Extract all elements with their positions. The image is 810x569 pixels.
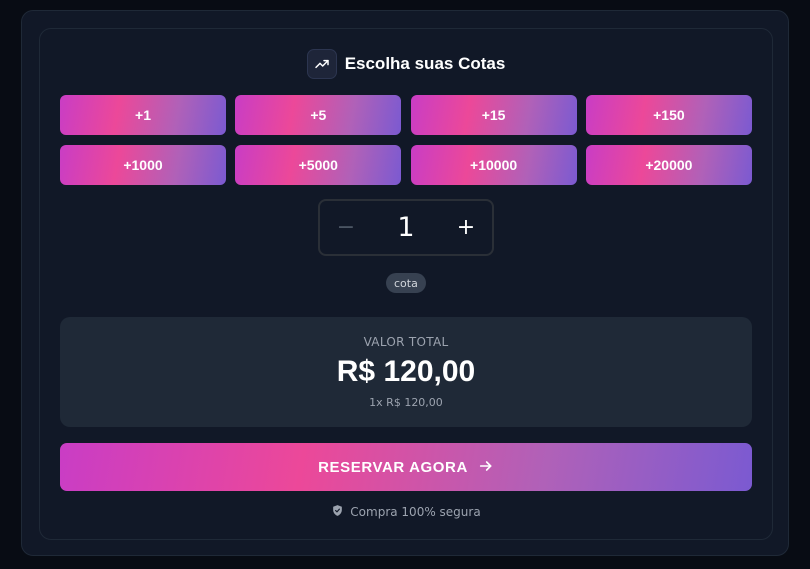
total-summary: VALOR TOTAL R$ 120,00 1x R$ 120,00	[60, 317, 752, 427]
decrement-button[interactable]: −	[334, 215, 358, 240]
shield-check-icon	[331, 504, 344, 520]
quantity-stepper: − 1 +	[318, 199, 494, 256]
add-1000-button[interactable]: +1000	[60, 145, 226, 185]
add-20000-button[interactable]: +20000	[585, 145, 752, 185]
add-5000-button[interactable]: +5000	[235, 145, 402, 185]
total-label: VALOR TOTAL	[363, 335, 449, 349]
quantity-value[interactable]: 1	[397, 212, 414, 243]
add-10000-button[interactable]: +10000	[410, 145, 577, 185]
section-header: Escolha suas Cotas	[40, 49, 772, 79]
quick-add-grid: +1 +5 +15 +150 +1000 +5000 +10000 +20000	[60, 95, 752, 185]
total-value: R$ 120,00	[336, 355, 476, 388]
reservation-panel: Escolha suas Cotas +1 +5 +15 +150 +1000 …	[21, 10, 789, 556]
add-1-button[interactable]: +1	[60, 95, 226, 135]
add-150-button[interactable]: +150	[585, 95, 752, 135]
total-detail: 1x R$ 120,00	[369, 396, 443, 409]
increment-button[interactable]: +	[454, 215, 478, 240]
secure-purchase-text: Compra 100% segura	[350, 505, 481, 519]
section-title: Escolha suas Cotas	[344, 54, 506, 73]
arrow-right-icon	[478, 458, 494, 477]
reserve-button-label: RESERVAR AGORA	[318, 458, 468, 476]
add-5-button[interactable]: +5	[235, 95, 402, 135]
unit-badge: cota	[386, 273, 426, 293]
secure-purchase-note: Compra 100% segura	[40, 503, 772, 521]
add-15-button[interactable]: +15	[410, 95, 577, 135]
quota-selector-card: Escolha suas Cotas +1 +5 +15 +150 +1000 …	[39, 28, 773, 540]
trending-up-icon	[306, 49, 337, 79]
reserve-button[interactable]: RESERVAR AGORA	[60, 443, 752, 491]
